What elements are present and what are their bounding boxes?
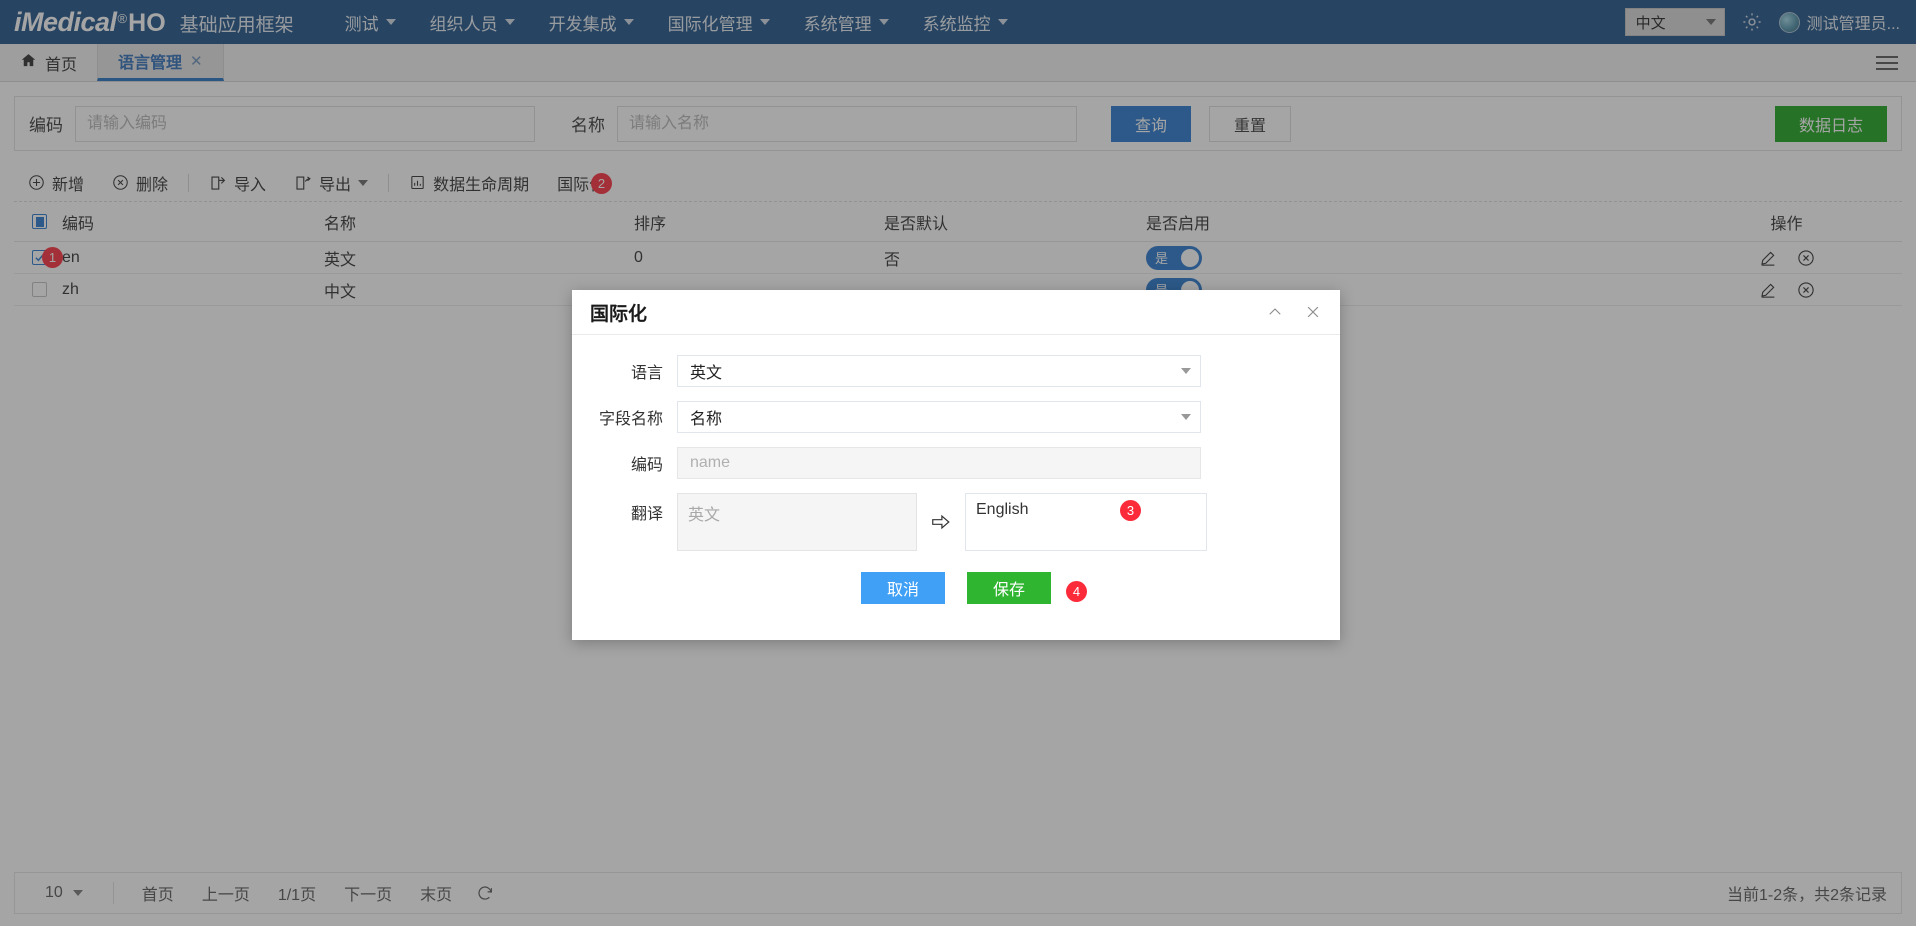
chevron-down-icon xyxy=(1181,414,1191,420)
chevron-up-icon[interactable] xyxy=(1266,303,1284,321)
field-row-code: 编码 xyxy=(572,447,1340,479)
field-name-select-value: 名称 xyxy=(690,405,722,429)
annotation-badge-3: 3 xyxy=(1120,500,1141,521)
close-icon[interactable] xyxy=(1304,303,1322,321)
cancel-button[interactable]: 取消 xyxy=(861,572,945,604)
dialog-body: 语言 英文 字段名称 名称 编码 翻译 xyxy=(572,335,1340,604)
source-textarea-wrap xyxy=(677,493,917,556)
i18n-dialog: 国际化 语言 英文 字段名称 名称 xyxy=(572,290,1340,640)
dialog-header-actions xyxy=(1266,303,1322,321)
arrow-right-icon xyxy=(917,493,965,551)
translate-field-label: 翻译 xyxy=(572,493,677,524)
annotation-badge-4: 4 xyxy=(1066,581,1087,602)
dialog-header: 国际化 xyxy=(572,290,1340,335)
target-text-textarea[interactable] xyxy=(965,493,1207,551)
field-name-select[interactable]: 名称 xyxy=(677,401,1201,433)
target-textarea-wrap xyxy=(965,493,1207,556)
code-input[interactable] xyxy=(677,447,1201,479)
language-select[interactable]: 英文 xyxy=(677,355,1201,387)
save-button[interactable]: 保存 xyxy=(967,572,1051,604)
source-text-textarea[interactable] xyxy=(677,493,917,551)
field-row-language: 语言 英文 xyxy=(572,355,1340,387)
app-root: iMedical ® HO 基础应用框架 测试 组织人员 开发集成 国际化管理 xyxy=(0,0,1916,926)
field-row-translate: 翻译 xyxy=(572,493,1340,556)
dialog-title: 国际化 xyxy=(590,299,647,326)
language-select-value: 英文 xyxy=(690,359,722,383)
dialog-footer: 取消 保存 xyxy=(572,572,1340,604)
language-field-label: 语言 xyxy=(572,359,677,383)
field-name-label: 字段名称 xyxy=(572,405,677,429)
field-row-field-name: 字段名称 名称 xyxy=(572,401,1340,433)
chevron-down-icon xyxy=(1181,368,1191,374)
code-field-label: 编码 xyxy=(572,451,677,475)
